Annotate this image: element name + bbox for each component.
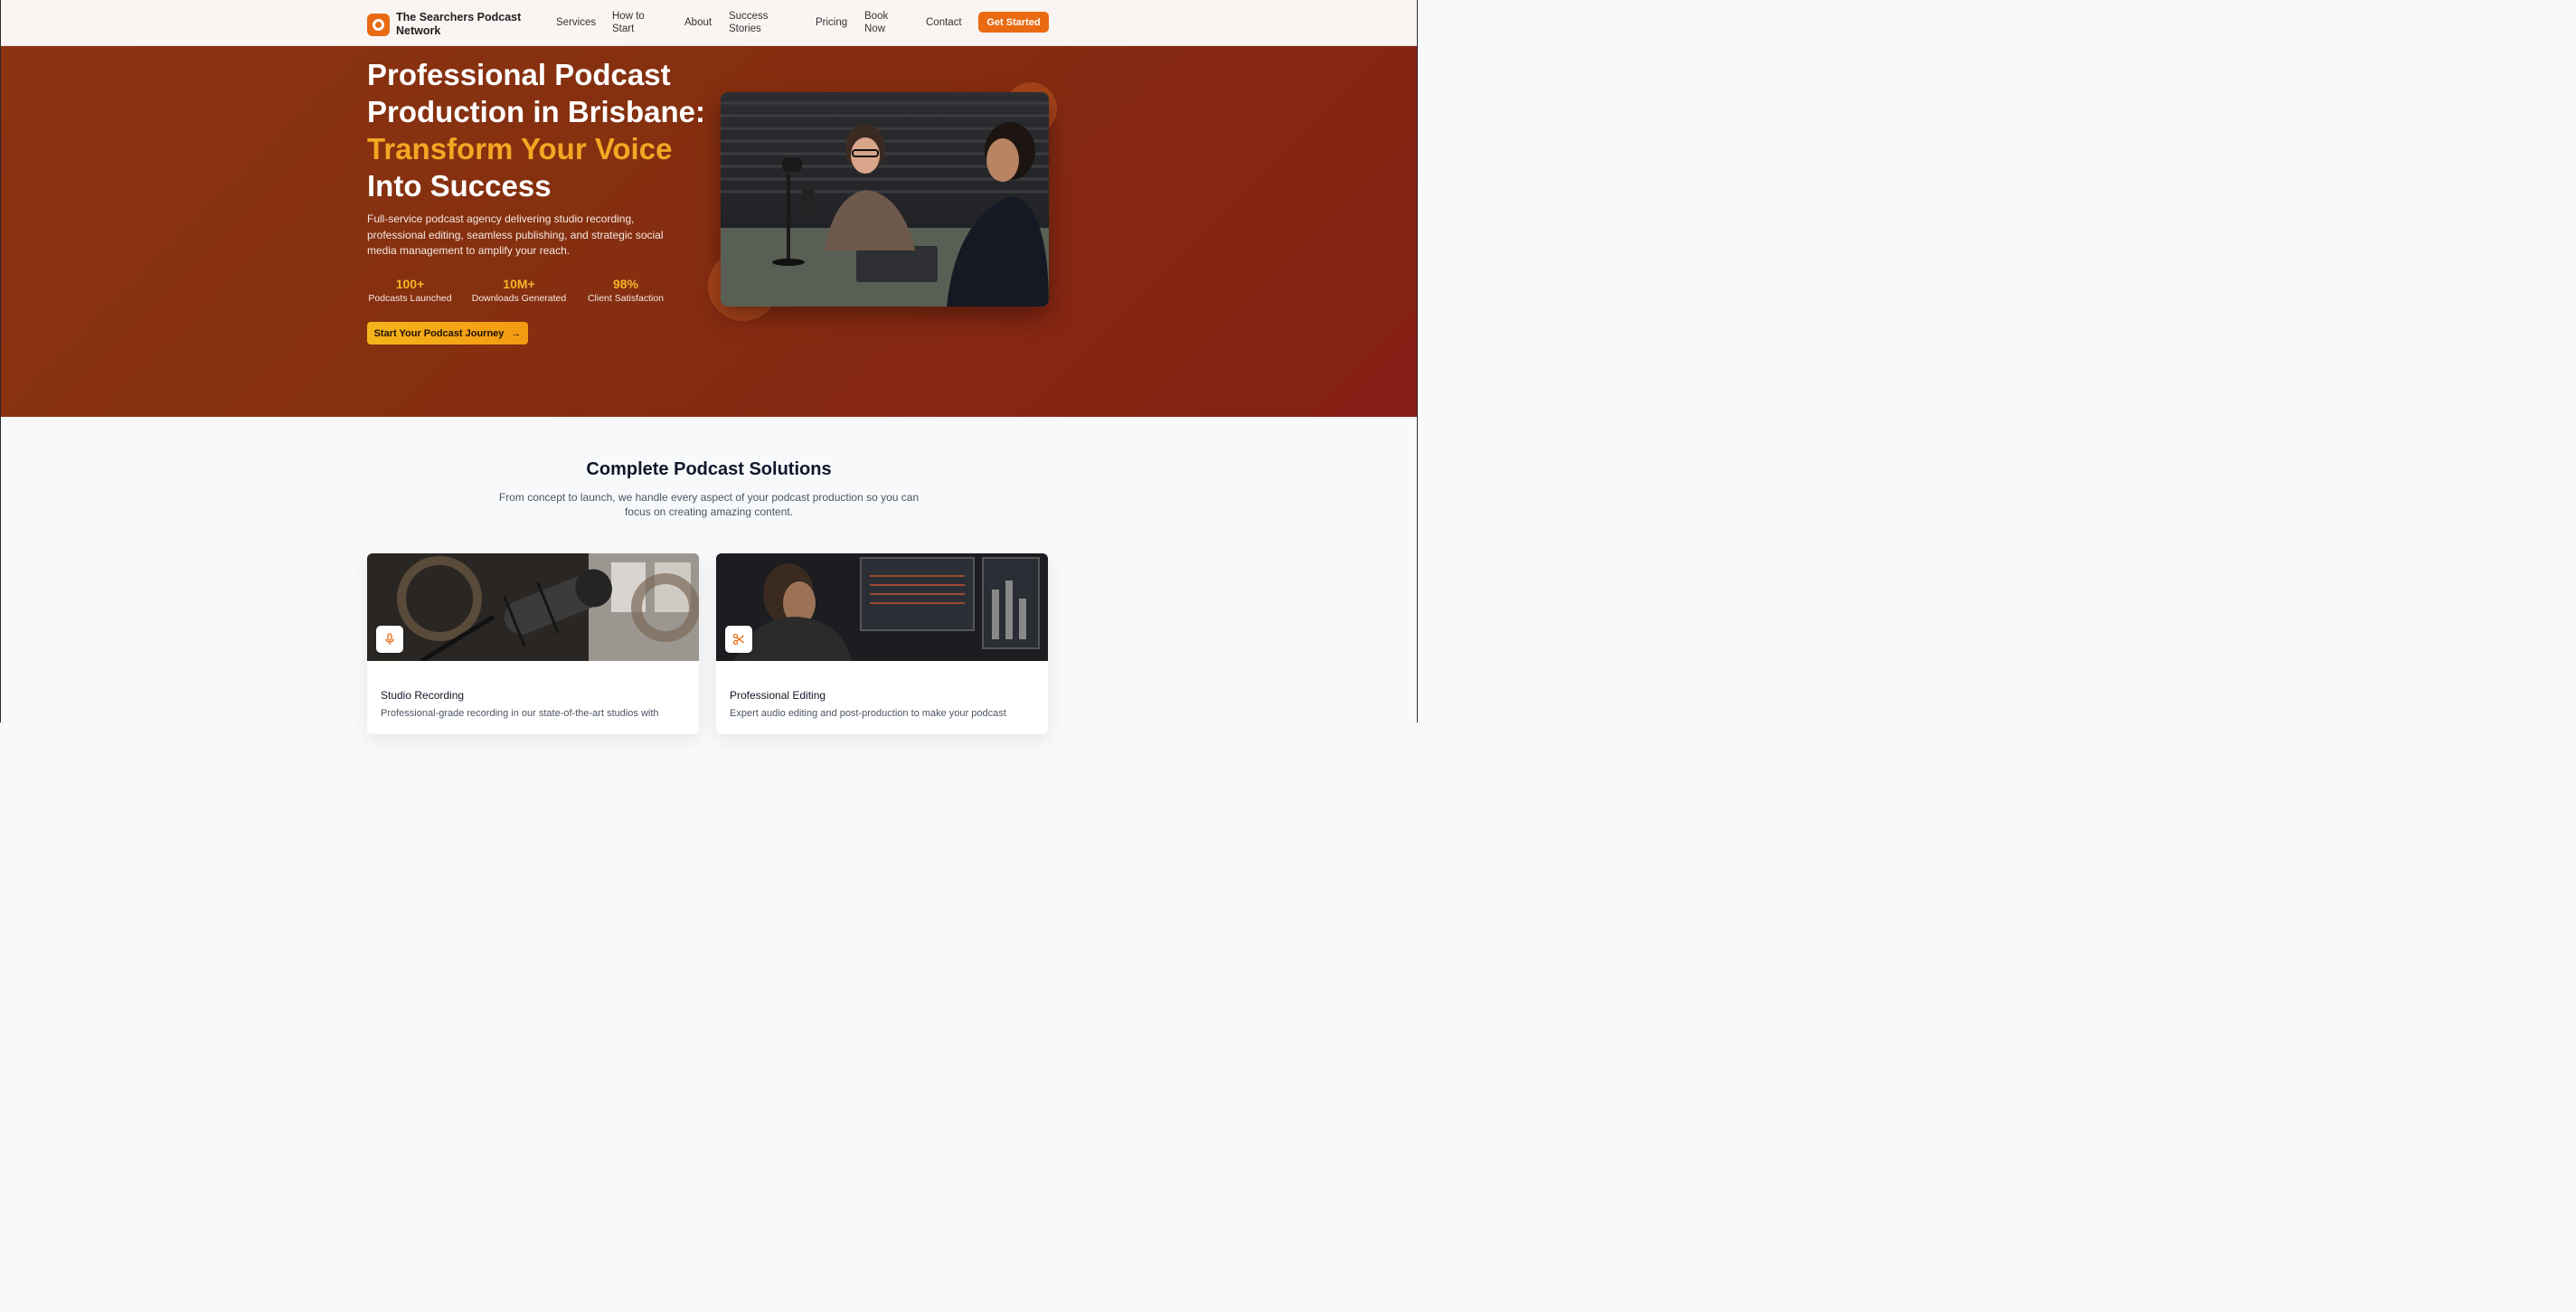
hero-description: Full-service podcast agency delivering s… bbox=[367, 212, 664, 257]
stat-downloads: 10M+ Downloads Generated bbox=[470, 277, 568, 305]
hero-podcast-photo bbox=[721, 92, 1049, 307]
stat-label: Downloads Generated bbox=[471, 293, 567, 304]
stat-label: Podcasts Launched bbox=[368, 293, 452, 304]
nav-link-contact[interactable]: Contact bbox=[926, 16, 962, 29]
microphone-icon bbox=[376, 626, 403, 653]
nav-link-book-now[interactable]: Book Now bbox=[864, 10, 899, 35]
solutions-title: Complete Podcast Solutions bbox=[586, 459, 832, 479]
start-journey-label: Start Your Podcast Journey bbox=[373, 327, 505, 339]
start-journey-button[interactable]: Start Your Podcast Journey → bbox=[367, 322, 528, 345]
hero-title-line: Production in Brisbane: bbox=[367, 95, 706, 128]
logo-icon bbox=[367, 13, 390, 36]
hero-title-line: Professional Podcast bbox=[367, 58, 671, 91]
stat-value: 98% bbox=[612, 277, 639, 291]
stat-value: 100+ bbox=[395, 277, 425, 291]
hero-title-accent: Transform Your Voice bbox=[367, 132, 673, 165]
service-card-studio-recording[interactable]: Studio Recording Professional-grade reco… bbox=[367, 553, 699, 734]
service-card-professional-editing[interactable]: Professional Editing Expert audio editin… bbox=[716, 553, 1048, 734]
nav-link-pricing[interactable]: Pricing bbox=[816, 16, 847, 29]
nav-link-services[interactable]: Services bbox=[556, 16, 596, 29]
brand-name: The Searchers Podcast Network bbox=[396, 11, 522, 37]
card-title: Professional Editing bbox=[730, 689, 826, 702]
card-title: Studio Recording bbox=[381, 689, 465, 702]
studio-microphone-photo bbox=[367, 553, 699, 661]
brand[interactable]: The Searchers Podcast Network bbox=[367, 11, 532, 38]
card-description: Expert audio editing and post-production… bbox=[730, 708, 1006, 719]
nav-link-success-stories[interactable]: Success Stories bbox=[729, 10, 783, 35]
editing-studio-photo bbox=[716, 553, 1048, 661]
hero-title-line: Into Success bbox=[367, 169, 552, 203]
card-description: Professional-grade recording in our stat… bbox=[381, 708, 659, 719]
get-started-button[interactable]: Get Started bbox=[978, 12, 1049, 33]
scissors-icon bbox=[725, 626, 752, 653]
stat-label: Client Satisfaction bbox=[587, 293, 665, 304]
nav-link-about[interactable]: About bbox=[684, 16, 712, 29]
arrow-right-icon: → bbox=[511, 327, 522, 339]
stat-podcasts: 100+ Podcasts Launched bbox=[367, 277, 453, 305]
solutions-subtitle: From concept to launch, we handle every … bbox=[498, 491, 920, 518]
top-navbar: The Searchers Podcast Network Services H… bbox=[0, 0, 1418, 46]
hero-title: Professional Podcast Production in Brisb… bbox=[367, 56, 711, 204]
nav-link-how-to-start[interactable]: How to Start bbox=[612, 10, 657, 35]
stat-value: 10M+ bbox=[503, 277, 535, 291]
stat-satisfaction: 98% Client Satisfaction bbox=[585, 277, 666, 305]
hero-section: Professional Podcast Production in Brisb… bbox=[0, 46, 1418, 417]
